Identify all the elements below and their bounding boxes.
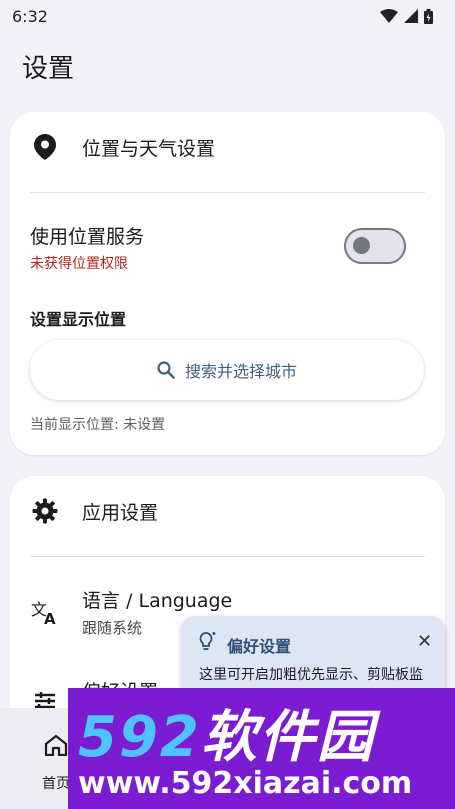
- app-section-header: 应用设置: [30, 496, 158, 526]
- close-icon[interactable]: ✕: [417, 633, 432, 651]
- language-subtitle: 跟随系统: [82, 619, 143, 637]
- status-time: 6:32: [12, 6, 48, 26]
- divider: [30, 192, 425, 193]
- home-icon[interactable]: [44, 734, 68, 760]
- language-title: 语言 / Language: [82, 590, 233, 612]
- location-weather-card: 位置与天气设置 使用位置服务 未获得位置权限 设置显示位置 搜索并选择城市 当前…: [10, 112, 445, 455]
- search-icon: [157, 361, 175, 379]
- watermark-banner: 592软件园 www.592xiazai.com: [68, 688, 455, 809]
- location-section-title: 位置与天气设置: [82, 137, 216, 160]
- location-pin-icon: [30, 132, 60, 162]
- battery-icon: [424, 8, 433, 24]
- signal-icon: [404, 9, 418, 23]
- nav-home-label[interactable]: 首页: [42, 773, 70, 793]
- watermark-brand-text: 软件园: [200, 705, 375, 770]
- divider: [30, 556, 425, 557]
- lightbulb-icon: [197, 630, 219, 656]
- status-icons: [380, 8, 433, 24]
- search-city-label: 搜索并选择城市: [184, 362, 297, 381]
- use-location-title: 使用位置服务: [30, 226, 145, 248]
- status-bar: 6:32: [0, 0, 455, 32]
- use-location-switch[interactable]: [344, 228, 406, 264]
- watermark-brand: 592软件园: [78, 692, 375, 773]
- translate-icon: 文 A: [30, 597, 60, 627]
- gear-icon: [30, 496, 60, 526]
- app-section-title: 应用设置: [82, 501, 159, 524]
- use-location-subtitle: 未获得位置权限: [30, 256, 128, 272]
- watermark-url: www.592xiazai.com: [78, 766, 413, 801]
- switch-knob: [353, 237, 370, 254]
- current-location-text: 当前显示位置: 未设置: [30, 417, 166, 433]
- display-location-title: 设置显示位置: [30, 310, 127, 329]
- page-title: 设置: [22, 54, 75, 84]
- location-section-header: 位置与天气设置: [30, 132, 215, 162]
- tooltip-title: 偏好设置: [227, 637, 292, 656]
- wifi-icon: [380, 9, 398, 23]
- svg-text:A: A: [44, 610, 56, 625]
- watermark-brand-number: 592: [78, 705, 201, 770]
- search-city-button[interactable]: 搜索并选择城市: [30, 340, 424, 400]
